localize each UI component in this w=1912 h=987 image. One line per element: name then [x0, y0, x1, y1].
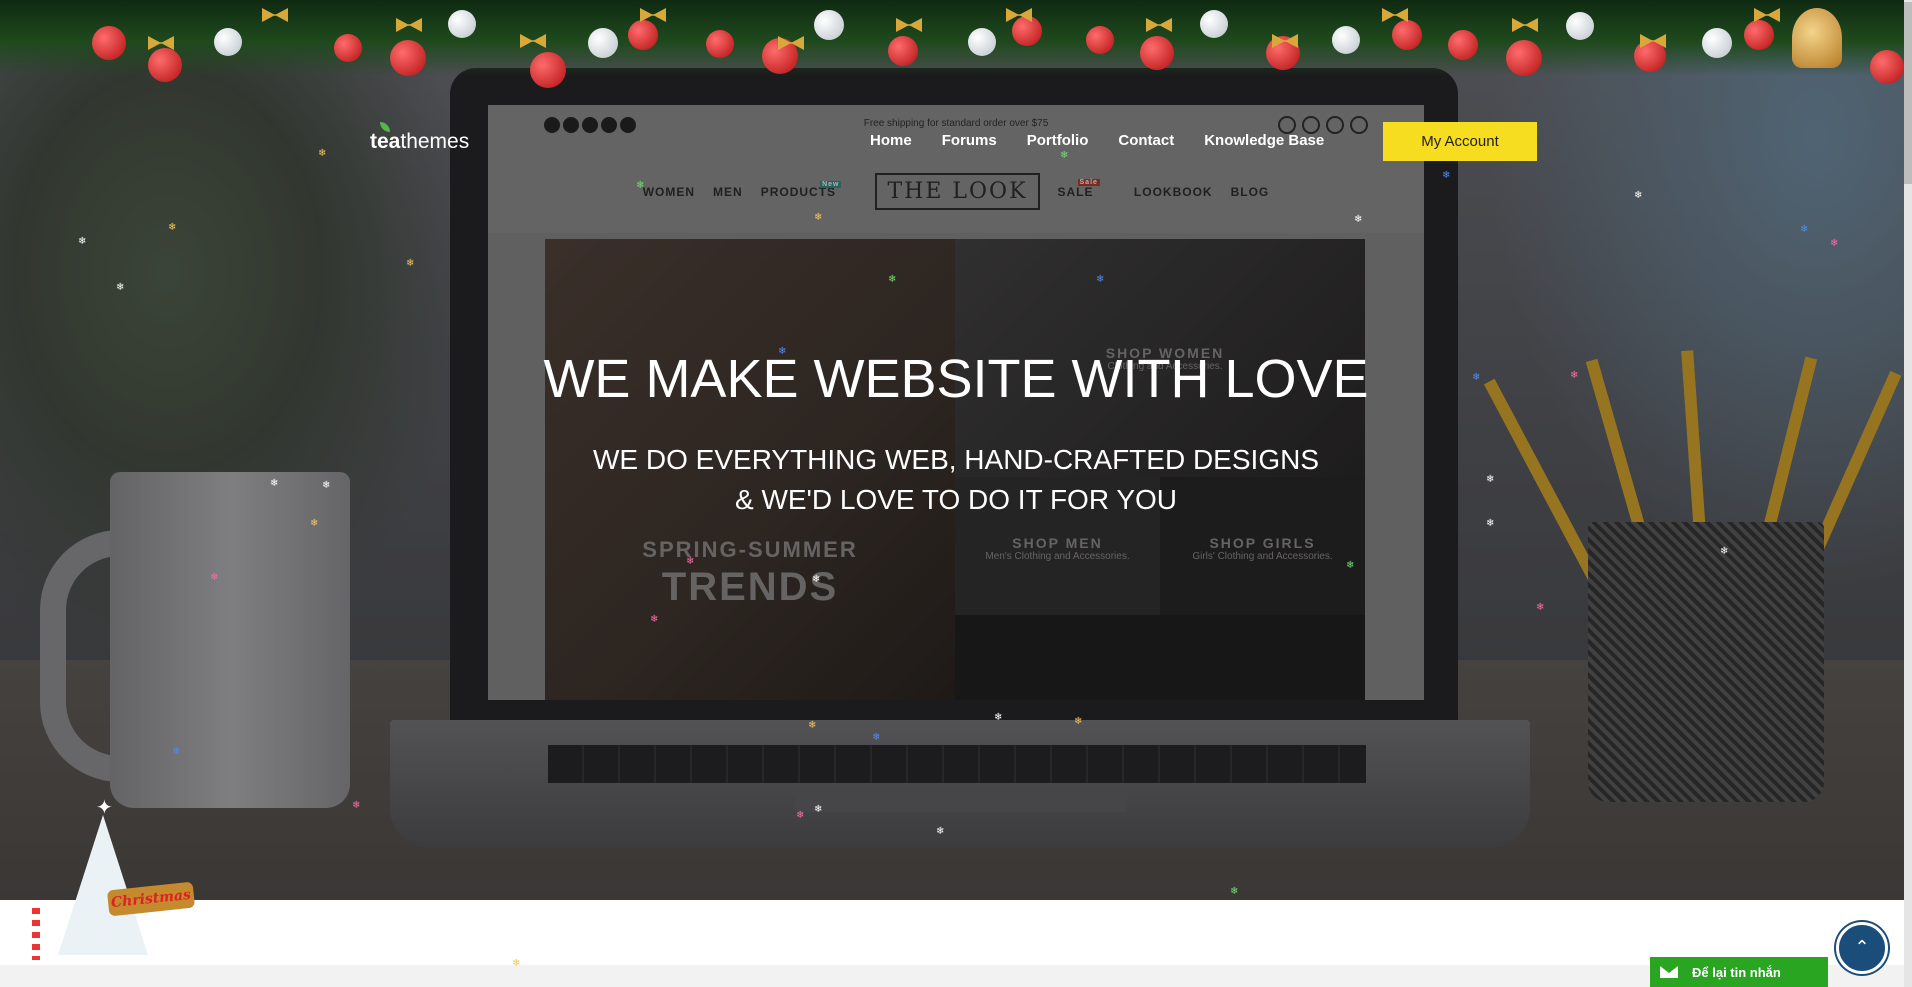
- snowflake-icon: ❄: [872, 732, 881, 743]
- nav-portfolio[interactable]: Portfolio: [1027, 132, 1089, 149]
- red-ornament: [390, 40, 426, 76]
- logo-bold-text: tea: [370, 130, 401, 153]
- white-ornament: [214, 28, 242, 56]
- nav-contact[interactable]: Contact: [1118, 132, 1174, 149]
- snowflake-icon: ❄: [318, 148, 327, 159]
- white-ornament: [588, 28, 618, 58]
- white-ornament: [1332, 26, 1360, 54]
- red-ornament: [628, 20, 658, 50]
- red-ornament: [148, 48, 182, 82]
- snowflake-icon: ❄: [78, 236, 87, 247]
- snowflake-icon: ❄: [168, 222, 177, 233]
- main-nav: Home Forums Portfolio Contact Knowledge …: [870, 132, 1324, 149]
- white-ornament: [448, 10, 476, 38]
- snowflake-icon: ❄: [352, 800, 361, 811]
- red-ornament: [92, 26, 126, 60]
- red-ornament: [706, 30, 734, 58]
- red-ornament: [1392, 20, 1422, 50]
- hero-subline-2: & WE'D LOVE TO DO IT FOR YOU: [734, 484, 1178, 515]
- red-ornament: [1744, 20, 1774, 50]
- snowflake-icon: ❄: [172, 746, 181, 757]
- red-ornament: [1086, 26, 1114, 54]
- christmas-bell-icon: [1792, 8, 1842, 68]
- leave-message-button[interactable]: Để lại tin nhắn: [1650, 957, 1828, 987]
- my-account-button[interactable]: My Account: [1383, 122, 1537, 161]
- user-icon: [1350, 116, 1368, 134]
- snowflake-icon: ❄: [1570, 370, 1579, 381]
- white-ornament: [1702, 28, 1732, 58]
- snowflake-icon: ❄: [1486, 518, 1495, 529]
- snowflake-icon: ❄: [1096, 274, 1105, 285]
- snowflake-icon: ❄: [1442, 170, 1451, 181]
- hero-headline: WE MAKE WEBSITE WITH LOVE: [543, 349, 1369, 409]
- leave-message-label: Để lại tin nhắn: [1692, 964, 1781, 980]
- snowflake-icon: ❄: [1830, 238, 1839, 249]
- snowflake-icon: ❄: [1486, 474, 1495, 485]
- site-logo[interactable]: teathemes: [370, 130, 469, 154]
- snowflake-icon: ❄: [512, 958, 521, 969]
- white-ornament: [814, 10, 844, 40]
- snowflake-icon: ❄: [636, 180, 645, 191]
- red-ornament: [888, 36, 918, 66]
- snowflake-icon: ❄: [812, 574, 821, 585]
- snowflake-icon: ❄: [1074, 716, 1083, 727]
- red-ornament: [1140, 36, 1174, 70]
- snowflake-icon: ❄: [1060, 150, 1069, 161]
- nav-knowledge-base[interactable]: Knowledge Base: [1204, 132, 1324, 149]
- red-ornament: [1506, 40, 1542, 76]
- snowflake-icon: ❄: [796, 810, 805, 821]
- white-ornament: [1566, 12, 1594, 40]
- snowflake-icon: ❄: [1346, 560, 1355, 571]
- snowflake-icon: ❄: [888, 274, 897, 285]
- snowflake-icon: ❄: [936, 826, 945, 837]
- red-ornament: [1870, 50, 1904, 84]
- snowy-tree: [58, 815, 148, 955]
- snowflake-icon: ❄: [814, 804, 823, 815]
- snowflake-icon: ❄: [1720, 546, 1729, 557]
- chevron-up-icon: ⌃: [1854, 937, 1870, 957]
- red-ornament: [334, 34, 362, 62]
- wishlist-icon: [1326, 116, 1344, 134]
- snowflake-icon: ❄: [310, 518, 319, 529]
- snowflake-icon: ❄: [778, 346, 787, 357]
- candy-cane-icon: [32, 908, 40, 960]
- hero-section: Free shipping for standard order over $7…: [0, 0, 1912, 900]
- white-ornament: [1200, 10, 1228, 38]
- red-ornament: [1012, 16, 1042, 46]
- snowflake-icon: ❄: [814, 212, 823, 223]
- nav-forums[interactable]: Forums: [942, 132, 997, 149]
- hero-subline-1: WE DO EVERYTHING WEB, HAND-CRAFTED DESIG…: [593, 444, 1319, 475]
- hero-subline: WE DO EVERYTHING WEB, HAND-CRAFTED DESIG…: [0, 440, 1912, 520]
- snowflake-icon: ❄: [1354, 214, 1363, 225]
- snowflake-icon: ❄: [270, 478, 279, 489]
- mail-icon: [1660, 966, 1678, 978]
- snowflake-icon: ❄: [686, 556, 695, 567]
- page-scrollbar[interactable]: [1904, 0, 1912, 987]
- nav-home[interactable]: Home: [870, 132, 912, 149]
- snowflake-icon: ❄: [116, 282, 125, 293]
- white-ornament: [968, 28, 996, 56]
- logo-light-text: themes: [400, 130, 470, 153]
- snowflake-icon: ❄: [322, 480, 331, 491]
- snowflake-icon: ❄: [994, 712, 1003, 723]
- snowflake-icon: ❄: [1634, 190, 1643, 201]
- snowflake-icon: ❄: [1800, 224, 1809, 235]
- snowflake-icon: ❄: [210, 572, 219, 583]
- snowflake-icon: ❄: [1230, 886, 1239, 897]
- red-ornament: [1448, 30, 1478, 60]
- snowflake-icon: ❄: [808, 720, 817, 731]
- snowflake-icon: ❄: [1536, 602, 1545, 613]
- snowflake-icon: ❄: [650, 614, 659, 625]
- scroll-to-top-button[interactable]: ⌃: [1836, 922, 1888, 974]
- footer-bar: [0, 965, 1912, 987]
- red-ornament: [530, 52, 566, 88]
- scrollbar-thumb[interactable]: [1904, 2, 1912, 184]
- snowflake-icon: ❄: [1472, 372, 1481, 383]
- christmas-tree-decoration: ✦: [28, 795, 168, 965]
- snowflake-icon: ❄: [406, 258, 415, 269]
